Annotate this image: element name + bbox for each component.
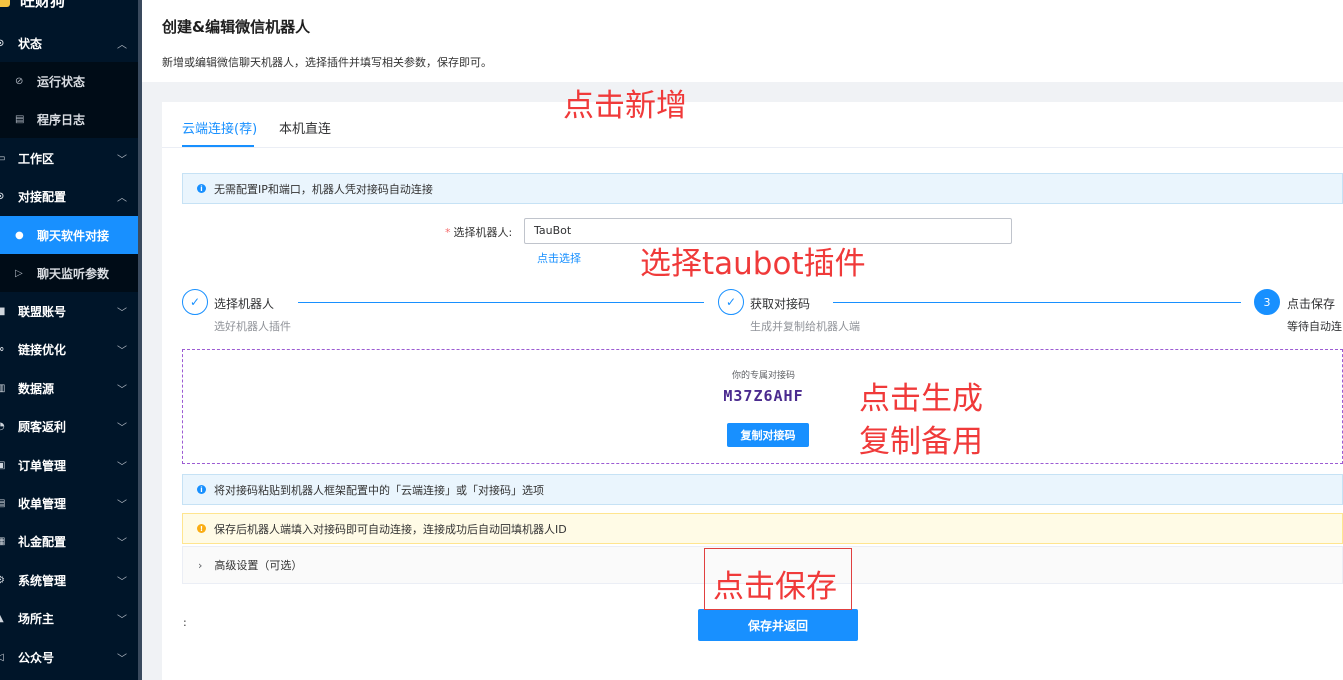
app-logo: 旺财狗 <box>0 0 65 10</box>
annotation-copy-backup: 复制备用 <box>859 424 983 460</box>
workspace-icon: ▭ <box>0 152 6 164</box>
link-icon: ⊙ <box>0 190 5 202</box>
chevron-down-icon: ﹀ <box>117 345 127 357</box>
code-caption: 你的专属对接码 <box>731 371 795 381</box>
sidebar-item-gift[interactable]: ▦ 礼金配置 ﹀ <box>0 522 138 560</box>
page-description: 新增或编辑微信聊天机器人，选择插件并填写相关参数，保存即可。 <box>162 56 492 69</box>
order-icon: ▣ <box>0 459 6 471</box>
chevron-up-icon: ︿ <box>117 39 127 51</box>
sidebar-item-chat-integration[interactable]: ● 聊天软件对接 <box>0 216 138 254</box>
chevron-down-icon: ﹀ <box>117 537 127 549</box>
settings-icon: ⚙ <box>0 574 5 586</box>
chevron-right-icon: › <box>198 558 203 572</box>
step-2-desc: 生成并复制给机器人端 <box>750 320 860 333</box>
receipt-icon: ▤ <box>0 497 6 509</box>
sidebar-item-official[interactable]: ◁ 公众号 ﹀ <box>0 638 138 676</box>
chevron-down-icon: ﹀ <box>117 384 127 396</box>
save-and-return-button[interactable]: 保存并返回 <box>698 609 858 641</box>
check-circle-icon: ⊘ <box>15 75 24 87</box>
step-3-title: 点击保存 <box>1287 297 1336 311</box>
sidebar-item-venue[interactable]: ▲ 场所主 ﹀ <box>0 599 138 637</box>
sidebar-item-run-status[interactable]: ⊘ 运行状态 <box>0 62 138 100</box>
annotation-click-save: 点击保存 <box>713 569 837 605</box>
page-header: 创建&编辑微信机器人 新增或编辑微信聊天机器人，选择插件并填写相关参数，保存即可… <box>142 0 1343 82</box>
sidebar-item-receipts[interactable]: ▤ 收单管理 ﹀ <box>0 484 138 522</box>
connection-tabs: 云端连接(荐) 本机直连 <box>162 102 1343 148</box>
sidebar-item-datasource[interactable]: ▥ 数据源 ﹀ <box>0 369 138 407</box>
sidebar-item-system[interactable]: ⚙ 系统管理 ﹀ <box>0 561 138 599</box>
annotation-click-add: 点击新增 <box>563 88 687 124</box>
venue-icon: ▲ <box>0 613 6 624</box>
robot-label: * 选择机器人: <box>445 226 513 239</box>
send-icon: ▷ <box>15 267 23 279</box>
gauge-icon: ⊙ <box>0 37 5 49</box>
step-2-check-icon: ✓ <box>718 289 744 315</box>
sidebar-item-link-opt[interactable]: ∞ 链接优化 ﹀ <box>0 330 138 368</box>
warning-alert: ! 保存后机器人端填入对接码即可自动连接，连接成功后自动回填机器人ID <box>182 513 1343 544</box>
sidebar: 旺财狗 ⊙ 状态 ︿ ⊘ 运行状态 ▤ 程序日志 ▭ 工作区 ﹀ ⊙ 对接配置 … <box>0 0 142 680</box>
tab-active-indicator <box>182 145 254 147</box>
chevron-down-icon: ﹀ <box>117 461 127 473</box>
tab-cloud[interactable]: 云端连接(荐) <box>182 118 257 137</box>
sidebar-item-integration[interactable]: ⊙ 对接配置 ︿ <box>0 177 138 215</box>
pairing-code-panel: 你的专属对接码 M37Z6AHF 复制对接码 <box>182 349 1343 464</box>
step-3-number: 3 <box>1254 289 1280 315</box>
sidebar-item-chat-listen[interactable]: ▷ 聊天监听参数 <box>0 254 138 292</box>
step-2-title: 获取对接码 <box>750 297 811 311</box>
warning-icon: ! <box>197 524 206 533</box>
logo-icon <box>0 0 10 7</box>
step-1-desc: 选好机器人插件 <box>214 320 291 333</box>
sidebar-item-workspace[interactable]: ▭ 工作区 ﹀ <box>0 139 138 177</box>
step-3-desc: 等待自动连 <box>1287 320 1342 333</box>
chevron-down-icon: ﹀ <box>117 499 127 511</box>
chevron-down-icon: ﹀ <box>117 154 127 166</box>
info-icon: i <box>197 184 206 193</box>
pairing-code[interactable]: M37Z6AHF <box>183 387 1343 405</box>
chevron-up-icon: ︿ <box>117 192 127 204</box>
copy-code-button[interactable]: 复制对接码 <box>727 423 809 447</box>
megaphone-icon: ◁ <box>0 652 6 663</box>
step-1-check-icon: ✓ <box>182 289 208 315</box>
paste-alert: i 将对接码粘贴到机器人框架配置中的「云端连接」或「对接码」选项 <box>182 474 1343 505</box>
database-icon: ▥ <box>0 382 6 394</box>
account-icon: ■ <box>0 305 6 317</box>
page-title: 创建&编辑微信机器人 <box>162 18 311 36</box>
chevron-down-icon: ﹀ <box>117 307 127 319</box>
chevron-down-icon: ﹀ <box>117 422 127 434</box>
colon-label: : <box>183 616 187 629</box>
step-1-title: 选择机器人 <box>214 297 275 311</box>
annotation-select-plugin: 选择taubot插件 <box>640 246 866 282</box>
gift-icon: ▦ <box>0 535 6 547</box>
info-icon: i <box>197 485 206 494</box>
sidebar-item-logs[interactable]: ▤ 程序日志 <box>0 100 138 138</box>
step-1-connector <box>298 302 704 303</box>
chevron-down-icon: ﹀ <box>117 653 127 665</box>
sidebar-item-orders[interactable]: ▣ 订单管理 ﹀ <box>0 446 138 484</box>
step-2-connector <box>833 302 1241 303</box>
sidebar-item-status[interactable]: ⊙ 状态 ︿ <box>0 24 138 62</box>
chain-icon: ∞ <box>0 343 5 355</box>
app-name: 旺财狗 <box>20 0 66 10</box>
chat-icon: ● <box>15 229 24 241</box>
chevron-down-icon: ﹀ <box>117 576 127 588</box>
pick-robot-link[interactable]: 点击选择 <box>537 250 581 266</box>
sidebar-item-rebate[interactable]: ◔ 顾客返利 ﹀ <box>0 407 138 445</box>
annotation-click-generate: 点击生成 <box>859 381 983 417</box>
tab-local[interactable]: 本机直连 <box>279 118 331 137</box>
sidebar-item-alliance[interactable]: ■ 联盟账号 ﹀ <box>0 292 138 330</box>
info-alert: i 无需配置IP和端口，机器人凭对接码自动连接 <box>182 173 1343 204</box>
file-icon: ▤ <box>15 113 25 125</box>
chevron-down-icon: ﹀ <box>117 614 127 626</box>
rebate-icon: ◔ <box>0 420 5 432</box>
